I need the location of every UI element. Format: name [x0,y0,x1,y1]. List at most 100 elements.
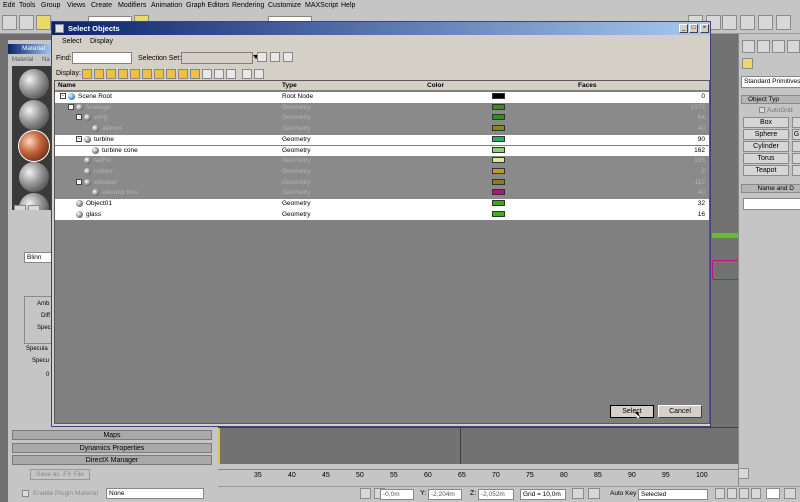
lights-filter-icon[interactable] [106,69,116,79]
render-production-icon[interactable] [758,15,773,30]
menu-tools[interactable]: Tools [19,2,35,9]
groups-filter-icon[interactable] [154,69,164,79]
geosphere-button[interactable]: G [792,129,800,140]
cameras-filter-icon[interactable] [118,69,128,79]
dialog-menu-select[interactable]: Select [62,38,81,45]
collapse-icon[interactable]: − [76,135,82,142]
previous-frame-icon[interactable] [715,488,725,499]
primitive-type-dropdown[interactable]: Standard Primitives [741,76,800,88]
go-to-start-icon[interactable] [738,468,749,479]
redo-icon[interactable] [19,15,34,30]
next-frame-icon[interactable] [739,488,749,499]
column-faces-header[interactable]: Faces [578,82,596,89]
name-and-color-rollout[interactable]: Name and D [741,184,800,193]
material-sample-slot[interactable] [19,69,49,99]
column-type-header[interactable]: Type [282,82,297,89]
helpers-filter-icon[interactable] [130,69,140,79]
hierarchy-tab-icon[interactable] [772,40,785,53]
selection-set-dropdown[interactable] [181,52,253,64]
create-selection-set-icon[interactable] [257,52,267,62]
torus-button[interactable]: Torus [743,153,789,164]
find-input[interactable] [72,52,132,64]
object-name-field[interactable] [743,198,800,210]
display-none-icon[interactable] [214,69,224,79]
plane-button[interactable] [792,165,800,176]
list-item[interactable]: − fuselage Geometry 1072 [55,102,709,114]
create-tab-icon[interactable] [742,40,755,53]
list-item[interactable]: − elevator Geometry 112 [55,177,709,189]
select-button[interactable]: Select [610,405,654,418]
space-warps-filter-icon[interactable] [142,69,152,79]
go-to-end-icon[interactable] [751,488,761,499]
time-configuration-icon[interactable] [784,488,796,499]
pyramid-button[interactable] [792,153,800,164]
cone-button[interactable] [792,117,800,128]
material-sample-slot-active[interactable] [18,130,50,162]
menu-modifiers[interactable]: Modifiers [118,2,146,9]
material-sample-slot[interactable] [19,162,49,192]
material-menu-item[interactable]: Material [12,57,33,63]
bones-filter-icon[interactable] [178,69,188,79]
set-key-icon[interactable] [588,488,600,499]
box-button[interactable]: Box [743,117,789,128]
undo-icon[interactable] [2,15,17,30]
menu-graph-editors[interactable]: Graph Editors [186,2,229,9]
collapse-icon[interactable]: − [68,103,74,110]
menu-edit[interactable]: Edit [3,2,15,9]
tube-button[interactable] [792,141,800,152]
render-last-icon[interactable] [776,15,791,30]
menu-maxscript[interactable]: MAXScript [305,2,338,9]
autogrid-checkbox[interactable] [759,107,765,113]
collapse-icon[interactable]: − [76,178,82,185]
current-frame-field[interactable] [766,488,780,499]
collapse-icon[interactable]: − [60,93,66,99]
collapse-icon[interactable]: − [76,114,82,121]
edit-selection-set-icon[interactable] [283,52,293,62]
list-item[interactable]: Object01 Geometry 32 [55,199,709,210]
maximize-button[interactable]: □ [689,24,698,33]
display-all-icon[interactable] [202,69,212,79]
time-tag-icon[interactable] [572,488,584,499]
lock-icon[interactable] [360,488,371,499]
minimize-button[interactable]: _ [679,24,688,33]
dynamics-properties-rollout[interactable]: Dynamics Properties [12,443,212,453]
list-item[interactable]: elevator fins Geometry 40 [55,188,709,199]
list-item[interactable]: glass Geometry 16 [55,209,709,221]
display-invert-icon[interactable] [226,69,236,79]
maps-rollout[interactable]: Maps [12,430,212,440]
dialog-menu-display[interactable]: Display [90,38,113,45]
motion-tab-icon[interactable] [787,40,800,53]
y-coord-field[interactable]: -2,204m [428,489,462,500]
geometry-icon[interactable] [742,58,753,69]
quick-render-icon[interactable] [740,15,755,30]
enable-plugin-checkbox[interactable] [22,490,29,497]
column-color-header[interactable]: Color [427,82,444,89]
timeline[interactable]: 35 40 45 50 55 60 65 70 75 80 85 90 95 1… [218,464,749,486]
select-link-icon[interactable] [36,15,51,30]
list-item[interactable]: aileron Geometry 40 [55,124,709,135]
menu-views[interactable]: Views [67,2,86,9]
list-item[interactable]: − wing Geometry 84 [55,113,709,125]
key-filter-dropdown[interactable]: Selected [638,489,708,500]
material-sample-slot[interactable] [19,100,49,130]
list-item[interactable]: − Scene Root Root Node 0 [55,92,709,103]
column-name-header[interactable]: Name [58,82,76,89]
close-button[interactable]: × [700,24,709,33]
auto-key-label[interactable]: Auto Key [610,490,636,497]
menu-customize[interactable]: Customize [268,2,301,9]
select-dependents-icon[interactable] [254,69,264,79]
xrefs-filter-icon[interactable] [166,69,176,79]
menu-help[interactable]: Help [341,2,355,9]
play-icon[interactable] [727,488,737,499]
cylinder-button[interactable]: Cylinder [743,141,789,152]
cancel-button[interactable]: Cancel [658,405,702,418]
z-coord-field[interactable]: -2,052m [478,489,514,500]
render-frame-icon[interactable] [722,15,737,30]
teapot-button[interactable]: Teapot [743,165,789,176]
shapes-filter-icon[interactable] [94,69,104,79]
list-item[interactable]: rudder Geometry 8 [55,166,709,178]
material-name-menu[interactable]: Na [42,57,50,63]
plugin-material-dropdown[interactable]: None [106,488,204,499]
list-item[interactable]: − turbine Geometry 90 [55,134,709,146]
sphere-button[interactable]: Sphere [743,129,789,140]
